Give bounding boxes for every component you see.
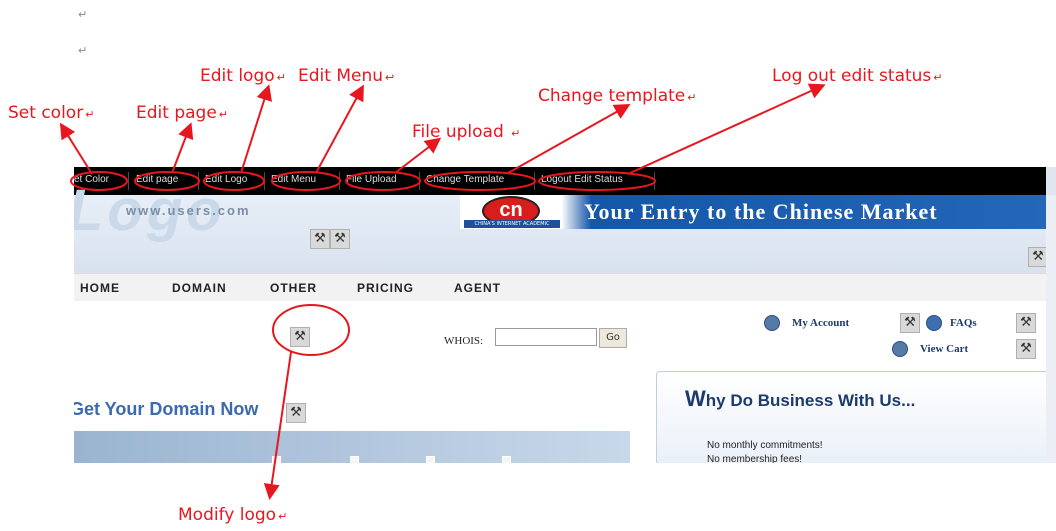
annotation-edit-page: Edit page ↵ — [136, 103, 229, 123]
checkbox[interactable] — [272, 456, 281, 463]
cn-subtitle: CHINA'S INTERNET ACADEMIC — [464, 220, 560, 228]
edit-logo-tool-icon[interactable]: ⚒ — [330, 229, 350, 249]
toolbar-divider — [339, 172, 340, 190]
cart-icon[interactable] — [892, 341, 908, 357]
arrow-edit-logo — [240, 84, 272, 174]
annotation-edit-logo: Edit logo ↵ — [200, 66, 286, 86]
toolbar-logout-edit-status[interactable]: Logout Edit Status — [541, 174, 623, 185]
annotation-set-color: Set color ↵ — [8, 103, 95, 123]
website-screenshot: et Color Edit page Edit Logo Edit Menu F… — [74, 167, 1056, 463]
whois-go-button[interactable]: Go — [599, 328, 627, 348]
vertical-scrollbar[interactable] — [1046, 195, 1056, 463]
toolbar-divider — [264, 172, 265, 190]
annotation-file-upload: File upload ↵ — [412, 122, 521, 142]
menu-item-pricing[interactable]: PRICING — [357, 281, 414, 295]
menu-item-agent[interactable]: AGENT — [454, 281, 501, 295]
toolbar-divider — [419, 172, 420, 190]
help-icon[interactable] — [926, 315, 942, 331]
menu-item-other[interactable]: OTHER — [270, 281, 317, 295]
menu-item-domain[interactable]: DOMAIN — [172, 281, 227, 295]
tool-icon[interactable]: ⚒ — [1016, 313, 1036, 333]
edit-logo-tool-icon[interactable]: ⚒ — [310, 229, 330, 249]
why-us-line: No membership fees! — [707, 454, 803, 463]
toolbar-divider — [534, 172, 535, 190]
toolbar-edit-menu[interactable]: Edit Menu — [271, 174, 316, 185]
banner: cn CHINA'S INTERNET ACADEMIC Your Entry … — [460, 195, 1056, 229]
whois-label: WHOIS: — [444, 335, 484, 347]
paragraph-mark: ↵ — [78, 8, 88, 21]
annotation-edit-menu: Edit Menu ↩ — [298, 66, 395, 86]
tool-icon[interactable]: ⚒ — [1016, 339, 1036, 359]
annotation-modify-logo: Modify logo ↵ — [178, 505, 288, 525]
toolbar-file-upload[interactable]: File Upload — [346, 174, 397, 185]
domain-section-title: Get Your Domain Now — [74, 399, 259, 419]
edit-banner-tool-icon[interactable]: ⚒ — [1028, 247, 1048, 267]
paragraph-mark: ↵ — [78, 44, 88, 57]
arrow-edit-menu — [315, 84, 364, 174]
modify-logo-tool-icon[interactable]: ⚒ — [290, 327, 310, 347]
why-us-panel: Why Do Business With Us... No monthly co… — [656, 371, 1056, 463]
cn-logo: cn CHINA'S INTERNET ACADEMIC — [460, 196, 560, 228]
why-us-line: No monthly commitments! — [707, 440, 823, 451]
site-logo-url: www.users.com — [126, 203, 251, 218]
toolbar-change-template[interactable]: Change Template — [426, 174, 504, 185]
annotation-change-template: Change template ↵ — [538, 86, 697, 106]
menu-item-home[interactable]: HOME — [80, 281, 120, 295]
why-us-title: Why Do Business With Us... — [685, 386, 916, 411]
main-menu: HOME DOMAIN OTHER PRICING AGENT — [74, 273, 1056, 303]
domain-search-box — [74, 431, 630, 463]
checkbox[interactable] — [350, 456, 359, 463]
checkbox[interactable] — [502, 456, 511, 463]
my-account-icon[interactable] — [764, 315, 780, 331]
scrollbar-up-arrow[interactable] — [1046, 167, 1056, 195]
faqs-link[interactable]: FAQs — [950, 317, 977, 329]
my-account-link[interactable]: My Account — [792, 317, 849, 329]
checkbox[interactable] — [426, 456, 435, 463]
page-content: ⚒ WHOIS: Go My Account ⚒ FAQs ⚒ View Car… — [74, 301, 1056, 463]
banner-title: Your Entry to the Chinese Market — [584, 199, 938, 224]
arrow-change-template — [507, 104, 631, 174]
toolbar-divider — [654, 172, 655, 190]
edit-section-tool-icon[interactable]: ⚒ — [286, 403, 306, 423]
tool-icon[interactable]: ⚒ — [900, 313, 920, 333]
whois-input[interactable] — [495, 328, 597, 346]
view-cart-link[interactable]: View Cart — [920, 343, 968, 355]
arrow-edit-page — [171, 122, 194, 174]
annotation-logout-edit-status: Log out edit status ↵ — [772, 66, 943, 86]
site-header: Logo www.users.com ⚒ ⚒ cn CHINA'S INTERN… — [74, 178, 1056, 273]
